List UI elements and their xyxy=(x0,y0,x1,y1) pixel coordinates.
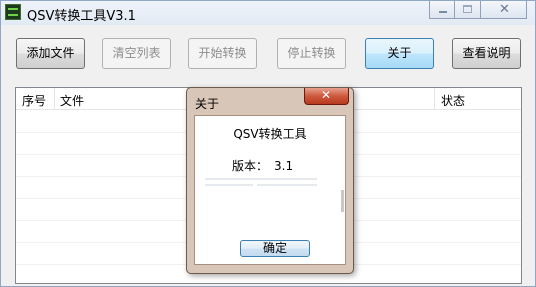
ok-button[interactable]: 确定 xyxy=(240,240,310,257)
maximize-icon xyxy=(463,5,472,13)
column-file[interactable]: 文件 xyxy=(60,92,84,109)
add-file-button[interactable]: 添加文件 xyxy=(16,38,85,69)
minimize-button[interactable] xyxy=(429,1,455,19)
divider xyxy=(205,178,317,180)
divider xyxy=(257,184,317,186)
column-status[interactable]: 状态 xyxy=(441,92,465,109)
version-label: 版本： xyxy=(232,159,269,173)
close-icon: ✕ xyxy=(499,2,510,17)
start-convert-button[interactable]: 开始转换 xyxy=(188,38,257,69)
about-button[interactable]: 关于 xyxy=(365,38,434,69)
clear-list-button[interactable]: 清空列表 xyxy=(102,38,171,69)
dialog-title: 关于 xyxy=(195,97,220,111)
dialog-close-button[interactable]: ✕ xyxy=(304,88,349,105)
dialog-content: QSV转换工具 版本： 3.1 确定 xyxy=(194,115,346,265)
version-value: 3.1 xyxy=(274,159,294,173)
stop-convert-button[interactable]: 停止转换 xyxy=(277,38,346,69)
scrollbar[interactable] xyxy=(341,190,344,212)
minimize-icon xyxy=(439,11,447,13)
window-title: QSV转换工具V3.1 xyxy=(27,9,136,24)
version-row: 版本： 3.1 xyxy=(232,157,293,174)
app-icon xyxy=(5,4,21,20)
main-window: QSV转换工具V3.1 ✕ 添加文件 清空列表 开始转换 停止转换 关于 查看说… xyxy=(0,0,536,287)
window-controls: ✕ xyxy=(429,1,527,19)
help-button[interactable]: 查看说明 xyxy=(452,38,521,69)
about-dialog: 关于 ✕ QSV转换工具 版本： 3.1 确定 xyxy=(186,87,354,274)
title-bar[interactable]: QSV转换工具V3.1 ✕ xyxy=(1,1,535,25)
close-button[interactable]: ✕ xyxy=(481,1,527,19)
app-name: QSV转换工具 xyxy=(233,127,307,141)
divider xyxy=(205,184,253,186)
column-divider[interactable] xyxy=(434,88,435,110)
column-divider[interactable] xyxy=(54,88,55,110)
close-icon: ✕ xyxy=(321,88,332,102)
column-index[interactable]: 序号 xyxy=(22,92,46,109)
maximize-button[interactable] xyxy=(455,1,481,19)
